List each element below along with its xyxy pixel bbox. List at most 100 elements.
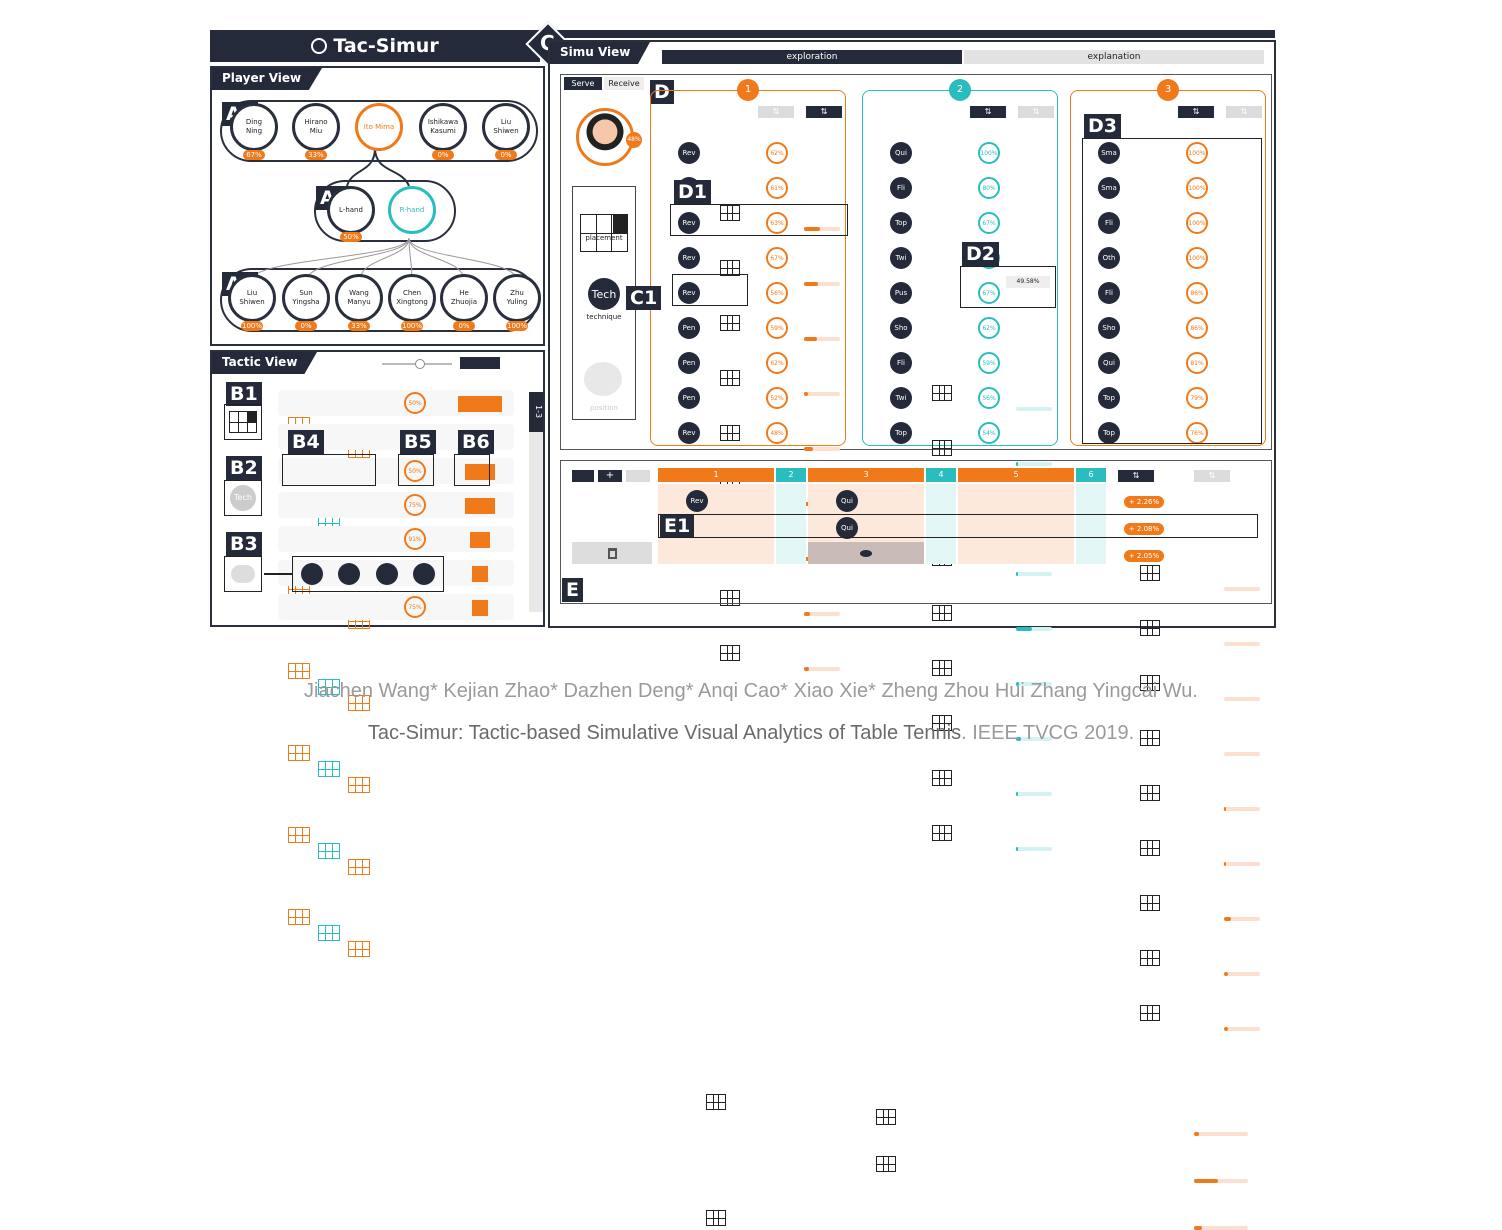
side-tab-active[interactable]: 1-3: [529, 392, 543, 432]
win-rate-pill: 0%: [432, 150, 454, 160]
technique-node[interactable]: Sho: [890, 317, 912, 339]
tab-explanation[interactable]: explanation: [964, 50, 1264, 64]
delete-button[interactable]: [572, 542, 652, 564]
b5-highlight: [398, 454, 434, 486]
hand-pct-pill: 50%: [340, 232, 362, 242]
app-title: Tac-Simur: [333, 35, 439, 57]
opponent-node[interactable]: He Zhuojia: [440, 274, 488, 322]
impact-bar-fill: [1224, 862, 1226, 866]
placement-grid-icon: [318, 843, 340, 859]
tab-exploration[interactable]: exploration: [662, 50, 962, 64]
placement-grid-icon: [1140, 785, 1160, 801]
label-b6: B6: [458, 430, 494, 454]
opponent-node[interactable]: Chen Xingtong: [388, 274, 436, 322]
player-node-selected[interactable]: Ito Mima: [355, 103, 403, 151]
usage-bar: [465, 498, 495, 514]
player-node[interactable]: Ding Ning: [230, 103, 278, 151]
technique-node[interactable]: Pus: [890, 282, 912, 304]
placement-grid-icon: [932, 385, 952, 401]
receive-button[interactable]: Receive: [604, 77, 644, 90]
technique-node[interactable]: Pen: [678, 317, 700, 339]
player-node[interactable]: Liu Shiwen: [482, 103, 530, 151]
win-rate-ring: 67%: [978, 212, 1000, 234]
sort-button[interactable]: ⇅: [970, 106, 1006, 118]
label-d2: D2: [962, 242, 999, 266]
opponent-node[interactable]: Liu Shiwen: [228, 274, 276, 322]
doc-button[interactable]: [572, 470, 594, 482]
impact-bar-fill: [804, 282, 819, 286]
win-rate-pill: 67%: [243, 150, 265, 160]
gain-pill: + 2.26%: [1124, 496, 1164, 508]
placement-grid-icon: [318, 761, 340, 777]
impact-bar: [1224, 917, 1260, 921]
win-rate-ring: 54%: [978, 422, 1000, 444]
sort-button[interactable]: ⇅: [758, 106, 794, 118]
technique-node[interactable]: Rev: [686, 490, 708, 512]
technique-node[interactable]: Rev: [678, 142, 700, 164]
technique-node[interactable]: Fli: [890, 352, 912, 374]
sort-button[interactable]: ⇅: [806, 106, 842, 118]
add-button[interactable]: +: [598, 470, 622, 482]
technique-node[interactable]: Fli: [890, 177, 912, 199]
hand-node-right[interactable]: R-hand: [388, 186, 436, 234]
sort-button[interactable]: ⇅: [1018, 106, 1054, 118]
technique-node[interactable]: Top: [890, 422, 912, 444]
impact-bar: [804, 447, 840, 451]
opponent-node[interactable]: Zhu Yuling: [493, 274, 541, 322]
gain-bar: [1194, 1179, 1248, 1183]
seq-sort-off[interactable]: ⇅: [1194, 470, 1230, 482]
win-rate-ring: 75%: [404, 494, 426, 516]
simu-view-panel: Simu View exploration explanation Serve …: [548, 40, 1276, 1230]
slider-handle[interactable]: [415, 359, 425, 369]
hand-node-left[interactable]: L-hand: [327, 186, 375, 234]
technique-node[interactable]: Pen: [678, 387, 700, 409]
sequence-header: 6: [1076, 468, 1106, 482]
player-node[interactable]: Ishikawa Kasumi: [419, 103, 467, 151]
placement-grid-icon: [706, 1094, 726, 1110]
technique-node[interactable]: Twi: [890, 387, 912, 409]
sort-button[interactable]: ⇅: [1226, 106, 1262, 118]
technique-node[interactable]: Qui: [836, 490, 858, 512]
player-node[interactable]: Hirano Miu: [292, 103, 340, 151]
technique-node[interactable]: Qui: [890, 142, 912, 164]
stroke-number: 1: [737, 79, 759, 101]
impact-bar: [1224, 1027, 1260, 1031]
sequence-header: 5: [958, 468, 1074, 482]
sort-button[interactable]: ⇅: [1178, 106, 1214, 118]
technique-label: technique: [586, 313, 622, 321]
impact-bar-fill: [1016, 627, 1033, 631]
opponent-node[interactable]: Sun Yingsha: [282, 274, 330, 322]
technique-node[interactable]: Rev: [678, 247, 700, 269]
win-rate-ring: 91%: [404, 528, 426, 550]
check-button[interactable]: [626, 470, 650, 482]
win-rate-pill: 33%: [305, 150, 327, 160]
placement-grid-icon: [348, 859, 370, 875]
usage-bar: [472, 600, 488, 616]
technique-node[interactable]: Pen: [678, 352, 700, 374]
arrow-left-icon: [264, 573, 292, 575]
win-rate-pill: 0%: [495, 150, 517, 160]
placement-grid-icon: [1140, 840, 1160, 856]
impact-bar: [1224, 807, 1260, 811]
technique-node[interactable]: Top: [890, 212, 912, 234]
seq-eye-cell[interactable]: [808, 542, 924, 564]
opponent-pct-pill: 0%: [453, 321, 475, 331]
placement-grid-icon: [876, 1109, 896, 1125]
impact-bar: [1224, 752, 1260, 756]
placement-legend: [224, 404, 262, 440]
impact-bar-fill: [804, 337, 817, 341]
technique-node[interactable]: Rev: [678, 422, 700, 444]
placement-grid-icon: [348, 941, 370, 957]
eye-icon: [860, 549, 872, 557]
win-rate-ring: 62%: [766, 142, 788, 164]
placement-grid-icon: [348, 777, 370, 793]
impact-bar: [804, 282, 840, 286]
top-strip: [545, 30, 1275, 38]
technique-node[interactable]: Twi: [890, 247, 912, 269]
seq-sort-on[interactable]: ⇅: [1118, 470, 1154, 482]
impact-bar-fill: [1016, 792, 1018, 796]
impact-bar-fill: [804, 612, 811, 616]
sort-button[interactable]: [460, 357, 500, 369]
serve-button[interactable]: Serve: [564, 77, 602, 90]
opponent-node[interactable]: Wang Manyu: [335, 274, 383, 322]
